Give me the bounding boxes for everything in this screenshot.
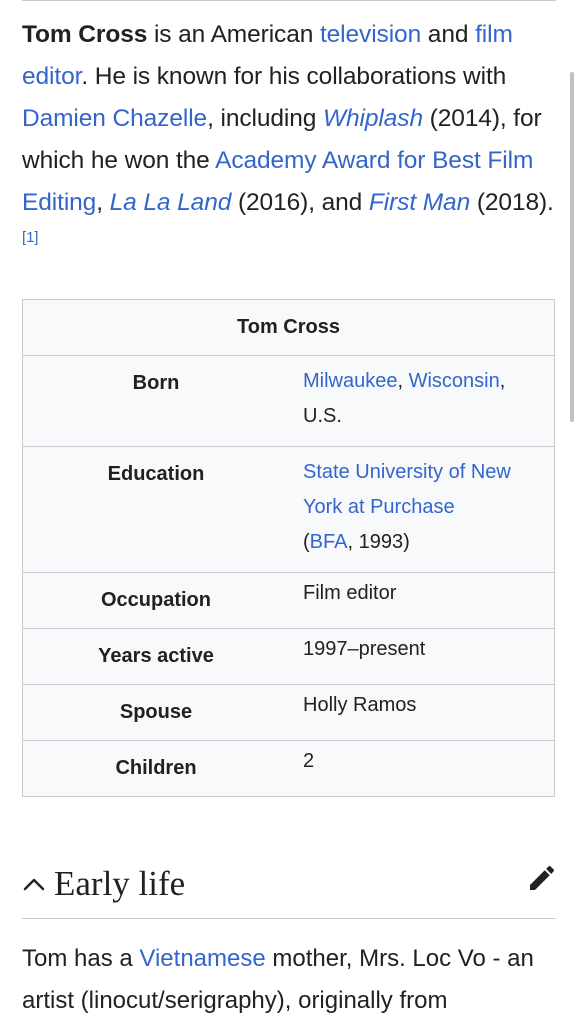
value-text: (	[303, 531, 310, 553]
link-suny-purchase[interactable]: State University of New York at Purchase	[303, 461, 511, 518]
infobox-value: Milwaukee, Wisconsin, U.S.	[289, 348, 554, 446]
lead-paragraph: Tom Cross is an American television and …	[22, 14, 562, 266]
lead-text: is an American	[147, 21, 320, 48]
lead-text: , including	[207, 105, 323, 132]
infobox: Tom Cross Born Milwaukee, Wisconsin, U.S…	[22, 299, 555, 797]
lead-text: (2016), and	[231, 189, 369, 216]
link-damien-chazelle[interactable]: Damien Chazelle	[22, 105, 207, 132]
infobox-value: 1997–present	[303, 638, 426, 660]
infobox-label: Children	[115, 757, 197, 779]
section-title: Early life	[54, 864, 186, 903]
infobox-row-children: Children 2	[23, 741, 554, 796]
link-first-man[interactable]: First Man	[369, 189, 470, 216]
chevron-up-icon[interactable]	[22, 874, 46, 894]
link-whiplash-text: Whiplash	[323, 105, 423, 132]
infobox-label: Spouse	[119, 701, 193, 723]
link-vietnamese[interactable]: Vietnamese	[139, 945, 265, 972]
link-first-man-text: First Man	[368, 189, 471, 216]
infobox-value: 2	[303, 750, 315, 772]
section-divider	[22, 918, 556, 919]
infobox-label: Occupation	[100, 589, 211, 611]
infobox-value: State University of New York at Purchase…	[289, 439, 554, 572]
infobox-label: Born	[132, 372, 180, 394]
lead-text: (2018).	[470, 189, 554, 216]
link-whiplash[interactable]: Whiplash	[323, 105, 423, 132]
link-la-la-land-text: La La Land	[109, 189, 232, 216]
infobox-label: Education	[107, 463, 205, 485]
lead-text: ,	[96, 189, 110, 216]
infobox-row-spouse: Spouse Holly Ramos	[23, 685, 554, 741]
infobox-row-occupation: Occupation Film editor	[23, 573, 554, 629]
top-divider	[22, 0, 556, 1]
link-milwaukee[interactable]: Milwaukee	[303, 370, 397, 392]
infobox-row-born: Born Milwaukee, Wisconsin, U.S.	[23, 356, 554, 447]
scrollbar[interactable]	[570, 72, 574, 422]
value-text: , 1993)	[347, 531, 410, 553]
infobox-row-years-active: Years active 1997–present	[23, 629, 554, 685]
infobox-row-education: Education State University of New York a…	[23, 447, 554, 573]
lead-text: . He is known for his collaborations wit…	[81, 63, 507, 90]
section-header-early-life[interactable]: Early life	[22, 850, 558, 918]
paragraph-text: Tom has a	[22, 945, 140, 972]
link-bfa[interactable]: BFA	[310, 531, 348, 553]
link-wisconsin[interactable]: Wisconsin	[409, 370, 500, 392]
link-la-la-land[interactable]: La La Land	[110, 189, 232, 216]
infobox-value: Film editor	[303, 582, 397, 604]
article-subject: Tom Cross	[22, 21, 148, 48]
early-life-paragraph: Tom has a Vietnamese mother, Mrs. Loc Vo…	[22, 938, 562, 1022]
lead-text: and	[421, 21, 476, 48]
infobox-label: Years active	[98, 645, 214, 667]
infobox-value: Holly Ramos	[303, 694, 417, 716]
reference-link[interactable]: [1]	[22, 229, 38, 246]
value-text: ,	[397, 370, 409, 392]
link-television[interactable]: television	[320, 21, 421, 48]
pencil-icon[interactable]	[526, 862, 558, 894]
